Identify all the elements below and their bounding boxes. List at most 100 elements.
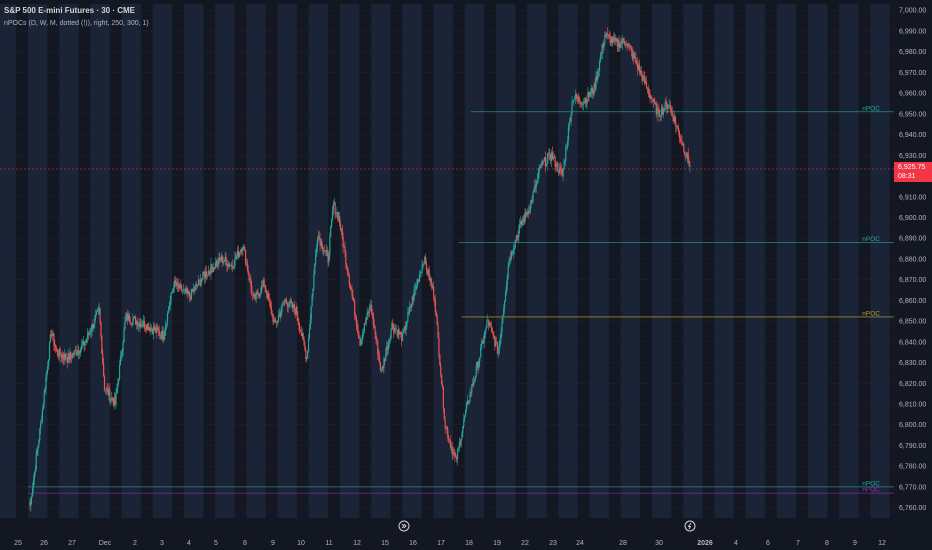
candle-body xyxy=(324,250,327,252)
candle-body xyxy=(200,281,202,286)
candle-body xyxy=(274,319,276,321)
candle-body xyxy=(275,320,277,323)
candle-body xyxy=(263,280,265,287)
session-band xyxy=(839,4,859,518)
candle-body xyxy=(55,346,57,349)
candle-body xyxy=(483,337,485,344)
symbol-title[interactable]: S&P 500 E-mini Futures · 30 · CME xyxy=(4,4,149,17)
chart-legend: S&P 500 E-mini Futures · 30 · CME nPOCs … xyxy=(4,4,149,30)
y-tick-label: 6,840.00 xyxy=(899,339,926,346)
candle-body xyxy=(475,365,477,376)
candle-body xyxy=(670,108,672,112)
candle-body xyxy=(41,409,44,422)
candle-body xyxy=(565,147,567,161)
candle-body xyxy=(201,278,203,282)
candle-body xyxy=(257,291,259,295)
candle-body xyxy=(630,48,633,51)
candle-body xyxy=(513,247,515,250)
candle-body xyxy=(181,285,183,291)
session-band xyxy=(152,4,173,518)
y-tick-label: 6,990.00 xyxy=(899,28,926,35)
candle-body xyxy=(40,421,43,424)
candle-body xyxy=(490,326,492,328)
candle-body xyxy=(642,75,644,81)
candle-body xyxy=(50,334,52,336)
candle-body xyxy=(435,311,437,316)
candle-body xyxy=(675,121,677,127)
candle-body xyxy=(564,160,566,162)
candle-body xyxy=(234,257,236,267)
y-tick-label: 6,860.00 xyxy=(899,298,926,305)
x-tick-label: 18 xyxy=(465,540,473,547)
candle-body xyxy=(303,339,305,346)
candle-body xyxy=(410,304,413,308)
candle-body xyxy=(244,246,246,251)
candle-body xyxy=(598,61,601,71)
candle-body xyxy=(501,322,503,333)
candle-body xyxy=(479,357,481,362)
candle-body xyxy=(197,279,200,286)
candle-body xyxy=(423,264,425,265)
replay-icon[interactable] xyxy=(398,520,410,532)
candle-body xyxy=(390,329,392,339)
candle-body xyxy=(656,108,658,115)
candle-body xyxy=(433,286,435,298)
candle-body xyxy=(623,41,625,44)
candle-body xyxy=(328,255,330,263)
x-tick-label: Dec xyxy=(99,540,112,547)
x-tick-label: 7 xyxy=(796,540,800,547)
candle-body xyxy=(129,321,131,324)
candle-body xyxy=(543,160,545,162)
candle-body xyxy=(532,192,534,202)
candle-body xyxy=(117,382,119,389)
candle-body xyxy=(463,418,465,427)
y-tick-label: 7,000.00 xyxy=(899,8,926,15)
y-tick-label: 6,820.00 xyxy=(899,381,926,388)
y-tick-label: 6,800.00 xyxy=(899,422,926,429)
candle-body xyxy=(362,333,364,340)
candle-body xyxy=(572,101,574,103)
candle-body xyxy=(354,300,356,315)
candle-body xyxy=(363,323,366,332)
candle-body xyxy=(54,345,56,347)
candle-body xyxy=(597,71,599,80)
candle-body xyxy=(331,219,333,227)
candle-body xyxy=(84,342,86,346)
candle-body xyxy=(206,274,209,277)
candle-body xyxy=(680,139,682,142)
candle-body xyxy=(100,322,102,336)
candle-body xyxy=(500,332,502,338)
x-tick-label: 4 xyxy=(734,540,738,547)
candle-body xyxy=(203,272,205,275)
candle-body xyxy=(223,261,225,262)
y-tick-label: 6,910.00 xyxy=(899,194,926,201)
x-tick-label: 4 xyxy=(187,540,191,547)
candle-body xyxy=(671,111,673,117)
candle-body xyxy=(260,293,262,294)
candle-body xyxy=(566,140,569,147)
candle-body xyxy=(495,341,497,347)
candle-body xyxy=(540,166,542,168)
price-chart[interactable]: nPOCnPOCnPOCnPOCnPOC 6,760.006,770.006,7… xyxy=(0,0,932,550)
candle-body xyxy=(352,294,354,301)
candle-body xyxy=(248,274,250,280)
indicator-label[interactable]: nPOCs (D, W, M, dotted (!)), right, 250,… xyxy=(4,17,149,30)
candle-body xyxy=(379,362,382,371)
candle-body xyxy=(90,331,92,333)
candle-body xyxy=(174,280,177,284)
y-tick-label: 6,830.00 xyxy=(899,360,926,367)
candle-body xyxy=(322,248,324,251)
candle-body xyxy=(314,263,316,275)
candle-body xyxy=(507,266,509,277)
candle-body xyxy=(268,299,271,302)
candle-body xyxy=(296,306,298,317)
candle-body xyxy=(578,96,580,102)
candle-body xyxy=(401,332,404,341)
candle-body xyxy=(189,292,191,297)
candle-body xyxy=(441,384,444,388)
candle-body xyxy=(579,101,581,103)
flash-icon[interactable] xyxy=(684,520,696,532)
candle-body xyxy=(335,213,337,215)
y-tick-label: 6,970.00 xyxy=(899,70,926,77)
candle-body xyxy=(473,379,476,382)
